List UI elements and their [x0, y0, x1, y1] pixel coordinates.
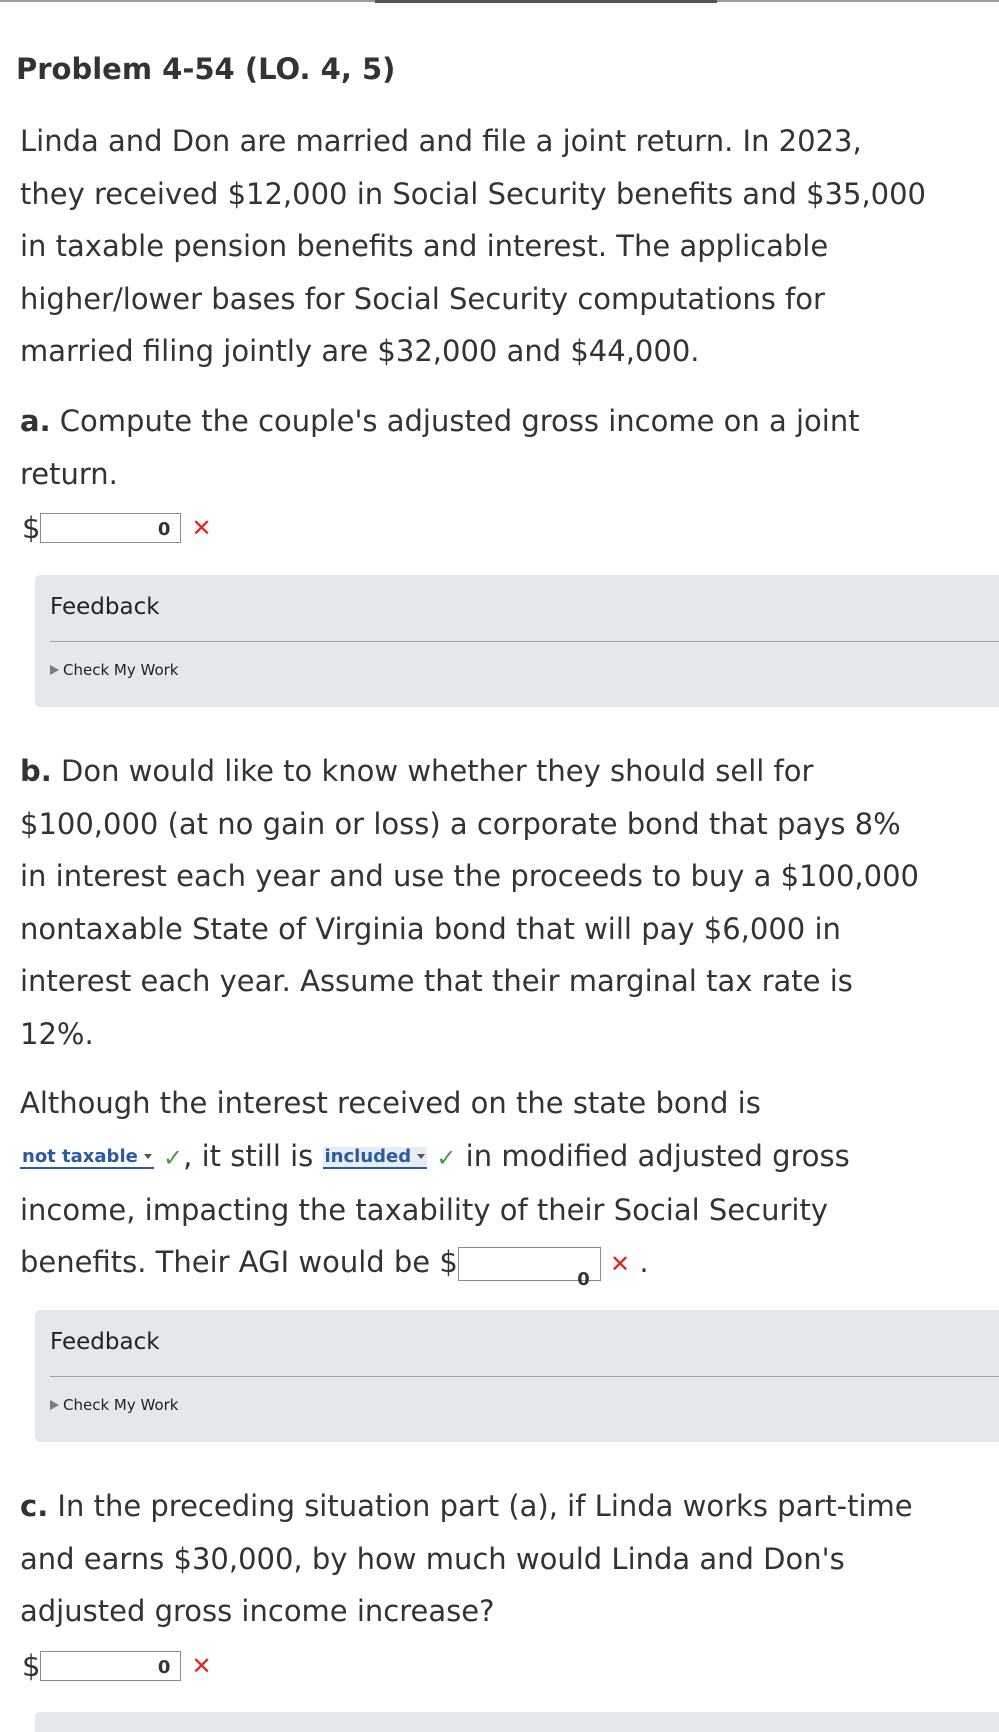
x-mark-icon: ✕ [191, 1652, 212, 1680]
part-c-question-text: and earns $30,000, by how much would Lin… [20, 1541, 845, 1576]
part-a-feedback-panel: Feedback Check My Work [35, 575, 999, 707]
part-a-question-text: return. [20, 456, 118, 491]
intro-line: married filing jointly are $32,000 and $… [20, 334, 700, 368]
x-mark-icon: ✕ [610, 1250, 631, 1278]
sentence-text: , it still is [183, 1138, 314, 1173]
sentence-text: benefits. Their AGI would be $ [20, 1245, 458, 1280]
part-a-letter: a. [20, 404, 51, 438]
check-my-work-toggle[interactable]: Check My Work [50, 661, 178, 679]
chevron-down-icon [417, 1154, 426, 1159]
triangle-right-icon [50, 665, 59, 675]
part-b-agi-input[interactable]: 0 [457, 1247, 601, 1290]
currency-symbol: $ [22, 511, 41, 545]
part-b-question-text: Don would like to know whether they shou… [51, 754, 814, 788]
top-tab-indicator [375, 0, 717, 3]
part-c-feedback-panel [35, 1712, 999, 1732]
part-a-question-text: Compute the couple's adjusted gross inco… [50, 404, 860, 438]
part-a-answer-value: 0 [157, 519, 171, 540]
part-c-answer-value: 0 [157, 1657, 171, 1678]
part-b-question: b. Don would like to know whether they s… [20, 745, 980, 1060]
check-mark-icon: ✓ [436, 1143, 457, 1172]
sentence-line: not taxable ✓, it still is included ✓ in… [20, 1130, 980, 1184]
part-c-question-text: adjusted gross income increase? [20, 1594, 495, 1628]
problem-title: Problem 4-54 (LO. 4, 5) [16, 52, 396, 86]
check-my-work-label: Check My Work [63, 661, 179, 679]
intro-line: they received $12,000 in Social Security… [20, 176, 927, 211]
currency-symbol: $ [22, 1649, 41, 1683]
problem-intro: Linda and Don are married and file a joi… [20, 115, 980, 378]
sentence-line: benefits. Their AGI would be $ 0 ✕ . [20, 1236, 980, 1290]
intro-line: Linda and Don are married and file a joi… [20, 124, 862, 158]
part-a-answer-row: $ 0 ✕ [22, 510, 212, 546]
part-b-sentence: Although the interest received on the st… [20, 1077, 980, 1291]
sentence-text: in modified adjusted gross [465, 1138, 850, 1173]
part-b-question-text: $100,000 (at no gain or loss) a corporat… [20, 806, 901, 841]
feedback-title: Feedback [50, 594, 160, 620]
part-c-question-text: In the preceding situation part (a), if … [48, 1489, 913, 1523]
part-b-question-text: in interest each year and use the procee… [20, 859, 919, 893]
triangle-right-icon [50, 1400, 59, 1410]
part-b-letter: b. [20, 754, 52, 788]
part-c-answer-input[interactable]: 0 [40, 1651, 182, 1681]
x-mark-icon: ✕ [191, 514, 212, 542]
chevron-down-icon [143, 1154, 152, 1159]
part-b-feedback-panel: Feedback Check My Work [35, 1310, 999, 1442]
part-b-question-text: interest each year. Assume that their ma… [20, 964, 853, 998]
sentence-line: Although the interest received on the st… [20, 1086, 761, 1120]
feedback-divider [50, 1376, 999, 1377]
inclusion-dropdown[interactable]: included [322, 1145, 428, 1169]
taxability-dropdown[interactable]: not taxable [20, 1145, 154, 1169]
sentence-period: . [639, 1245, 649, 1280]
part-b-question-text: 12%. [20, 1016, 94, 1051]
check-my-work-toggle[interactable]: Check My Work [50, 1396, 178, 1414]
part-a-answer-input[interactable]: 0 [40, 513, 182, 543]
check-mark-icon: ✓ [163, 1143, 184, 1172]
part-b-agi-value: 0 [577, 1269, 590, 1291]
part-b-question-text: nontaxable State of Virginia bond that w… [20, 911, 841, 946]
part-a-question: a. Compute the couple's adjusted gross i… [20, 395, 980, 500]
sentence-line: income, impacting the taxability of thei… [20, 1192, 828, 1227]
part-c-answer-row: $ 0 ✕ [22, 1648, 212, 1684]
part-c-question: c. In the preceding situation part (a), … [20, 1480, 980, 1638]
inclusion-dropdown-value: included [324, 1145, 412, 1167]
taxability-dropdown-value: not taxable [22, 1145, 138, 1167]
feedback-divider [50, 641, 999, 642]
part-c-letter: c. [20, 1489, 49, 1523]
feedback-title: Feedback [50, 1329, 160, 1355]
intro-line: in taxable pension benefits and interest… [20, 229, 829, 263]
check-my-work-label: Check My Work [63, 1396, 179, 1414]
intro-line: higher/lower bases for Social Security c… [20, 281, 825, 316]
